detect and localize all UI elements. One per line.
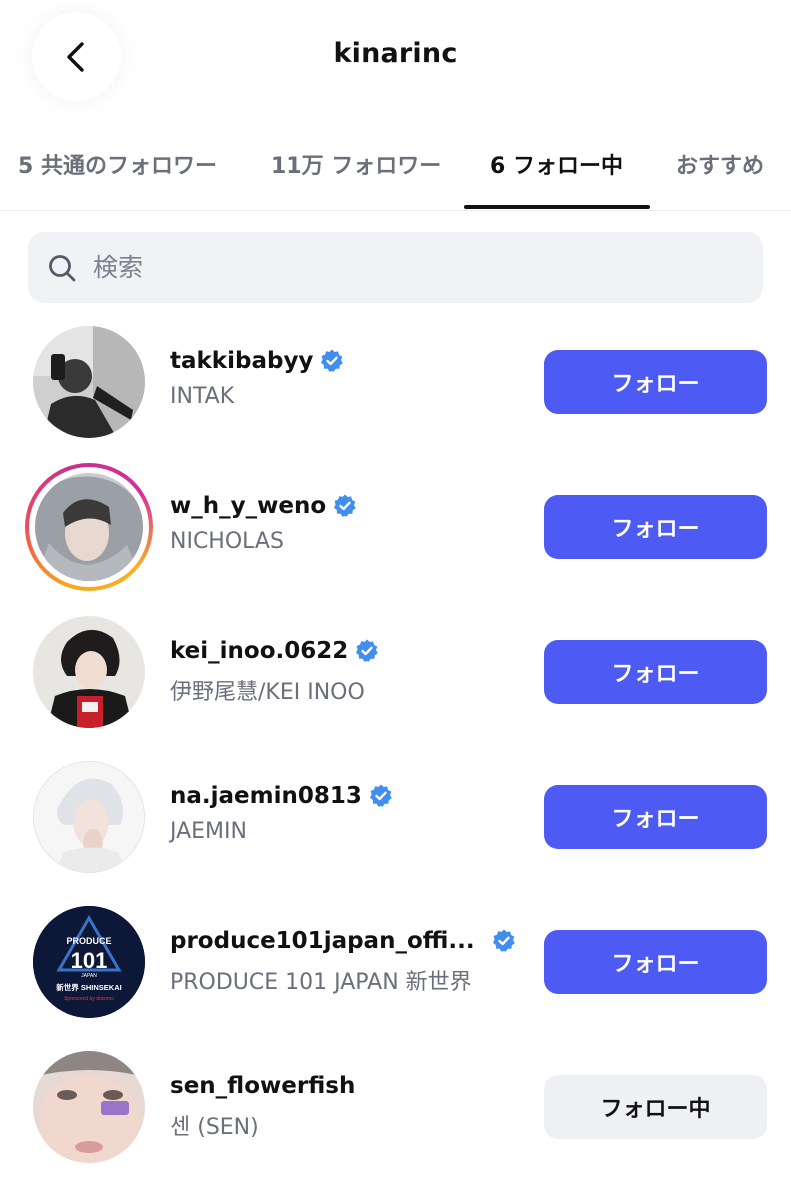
full-name: PRODUCE 101 JAPAN 新世界 <box>170 970 472 995</box>
username-line: kei_inoo.0622 <box>170 638 380 664</box>
top-bar: kinarinc <box>0 0 791 120</box>
tab-mutual-followers[interactable]: 5 共通のフォロワー <box>18 148 217 180</box>
verified-badge-icon <box>369 784 392 807</box>
tab-bar: 5 共通のフォロワー 11万 フォロワー 6 フォロー中 おすすめ <box>0 130 791 211</box>
svg-text:101: 101 <box>71 948 108 973</box>
tab-suggested[interactable]: おすすめ <box>676 148 764 180</box>
search-icon <box>49 254 76 281</box>
full-name: 伊野尾慧/KEI INOO <box>170 680 365 705</box>
tab-followers[interactable]: 11万 フォロワー <box>271 148 441 180</box>
username-line: sen_flowerfish <box>170 1073 355 1099</box>
list-item[interactable]: PRODUCE 101 JAPAN 新世界 SHINSEKAI Sponsore… <box>0 906 791 1036</box>
username[interactable]: kei_inoo.0622 <box>170 638 348 664</box>
list-item[interactable]: takkibabyy INTAK フォロー <box>0 326 791 456</box>
username-line: produce101japan_offi... <box>170 928 517 954</box>
follow-button[interactable]: フォロー <box>544 350 767 414</box>
username-line: w_h_y_weno <box>170 493 358 519</box>
search-input[interactable] <box>91 252 695 283</box>
full-name: NICHOLAS <box>170 529 284 554</box>
follow-button[interactable]: フォロー <box>544 930 767 994</box>
username[interactable]: produce101japan_offi... <box>170 928 475 954</box>
username[interactable]: w_h_y_weno <box>170 493 326 519</box>
tab-following[interactable]: 6 フォロー中 <box>490 148 623 180</box>
avatar[interactable] <box>33 616 145 728</box>
username[interactable]: sen_flowerfish <box>170 1073 355 1099</box>
avatar[interactable] <box>33 326 145 438</box>
list-item[interactable]: kei_inoo.0622 伊野尾慧/KEI INOO フォロー <box>0 616 791 746</box>
svg-text:Sponsored by docomo: Sponsored by docomo <box>64 996 114 1002</box>
full-name: INTAK <box>170 384 235 409</box>
full-name: JAEMIN <box>170 819 247 844</box>
avatar[interactable]: PRODUCE 101 JAPAN 新世界 SHINSEKAI Sponsore… <box>33 906 145 1018</box>
username[interactable]: na.jaemin0813 <box>170 783 362 809</box>
full-name: 센 (SEN) <box>170 1115 259 1140</box>
verified-badge-icon <box>492 929 515 952</box>
verified-badge-icon <box>334 494 356 517</box>
svg-text:PRODUCE: PRODUCE <box>66 936 111 946</box>
follow-button[interactable]: フォロー <box>544 785 767 849</box>
username-line: na.jaemin0813 <box>170 783 394 809</box>
username-line: takkibabyy <box>170 348 345 374</box>
svg-text:JAPAN: JAPAN <box>81 973 97 979</box>
follow-button[interactable]: フォロー <box>544 495 767 559</box>
avatar[interactable] <box>33 761 145 873</box>
page-title: kinarinc <box>333 38 458 69</box>
produce-101-logo: PRODUCE 101 JAPAN 新世界 SHINSEKAI Sponsore… <box>33 906 145 1018</box>
username[interactable]: takkibabyy <box>170 348 313 374</box>
list-item[interactable]: na.jaemin0813 JAEMIN フォロー <box>0 761 791 891</box>
search-bar[interactable] <box>28 232 763 303</box>
svg-text:新世界 SHINSEKAI: 新世界 SHINSEKAI <box>56 982 121 992</box>
list-item[interactable]: w_h_y_weno NICHOLAS フォロー <box>0 463 791 601</box>
avatar[interactable] <box>33 1051 145 1163</box>
verified-badge-icon <box>356 639 379 662</box>
follow-button[interactable]: フォロー <box>544 640 767 704</box>
verified-badge-icon <box>321 349 344 372</box>
active-tab-indicator <box>464 205 650 209</box>
list-item[interactable]: sen_flowerfish 센 (SEN) フォロー中 <box>0 1051 791 1181</box>
following-button[interactable]: フォロー中 <box>544 1075 767 1139</box>
avatar[interactable] <box>35 473 143 581</box>
